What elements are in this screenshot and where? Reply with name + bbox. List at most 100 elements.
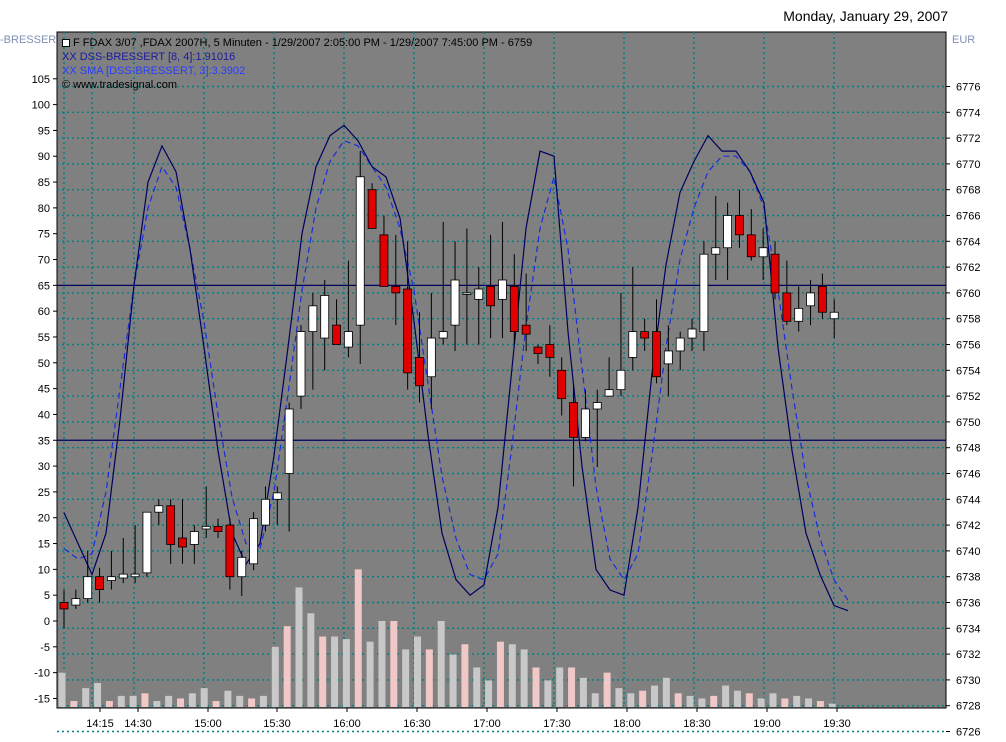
candle-body: [59, 602, 69, 610]
volume-bar: [402, 649, 410, 707]
candle-body: [758, 247, 768, 258]
x-tick-label: 14:15: [86, 718, 114, 730]
right-tick-label: 6754: [956, 365, 980, 377]
x-tick-label: 18:30: [683, 718, 711, 730]
candle-body: [462, 292, 472, 295]
x-tick-label: 16:00: [333, 718, 361, 730]
volume-bar: [496, 641, 504, 707]
left-tick-label: 105: [32, 74, 50, 86]
legend-instrument: F FDAX 3/07 ,FDAX 2007H, 5 Minuten - 1/2…: [62, 36, 532, 50]
chart-legend: F FDAX 3/07 ,FDAX 2007H, 5 Minuten - 1/2…: [62, 36, 532, 92]
candle-body: [687, 328, 697, 339]
volume-bar: [793, 695, 801, 707]
candle-body: [107, 576, 116, 581]
legend-dss: XX DSS-BRESSERT [8, 4]:1.91016: [62, 51, 236, 63]
left-tick-label: 80: [38, 203, 50, 215]
volume-bar: [212, 701, 220, 707]
candle-body: [723, 215, 732, 249]
candle-body: [498, 279, 507, 300]
right-tick-label: 6774: [956, 107, 980, 119]
volume-bar: [544, 680, 552, 707]
candle-body: [711, 247, 721, 255]
left-tick-label: 30: [38, 461, 50, 473]
volume-bar: [461, 644, 469, 707]
volume-bar: [722, 685, 730, 707]
left-tick-label: 5: [44, 590, 50, 602]
candle-body: [391, 286, 401, 294]
volume-bar: [603, 672, 611, 707]
right-tick-label: 6756: [956, 340, 980, 352]
volume-bar: [141, 693, 149, 707]
candle-body: [355, 176, 365, 326]
volume-bar: [710, 695, 718, 707]
candle-body: [178, 537, 187, 548]
volume-bar: [745, 693, 753, 707]
left-tick-label: 10: [38, 564, 50, 576]
volume-bar: [354, 569, 362, 707]
right-tick-label: 6772: [956, 133, 980, 145]
volume-bar: [177, 698, 184, 707]
candle-body: [296, 331, 306, 397]
volume-bar: [236, 695, 244, 707]
volume-bar: [342, 639, 350, 707]
volume-bar: [449, 654, 457, 707]
candle-body: [154, 505, 164, 513]
candle-body: [663, 350, 673, 365]
candle-body: [249, 518, 259, 565]
x-tick-label: 15:00: [194, 718, 222, 730]
volume-bar: [378, 621, 386, 707]
x-tick-label: 19:00: [753, 718, 781, 730]
volume-bar: [129, 695, 137, 707]
candle-body: [426, 337, 436, 378]
left-tick-label: 0: [44, 616, 50, 628]
volume-bar: [556, 667, 564, 707]
candle-body: [118, 573, 128, 579]
right-tick-label: 6764: [956, 236, 980, 248]
volume-bar: [331, 636, 339, 707]
left-tick-label: 65: [38, 280, 50, 292]
candle-body: [592, 402, 602, 410]
candle-body: [569, 402, 578, 438]
right-tick-label: 6734: [956, 623, 980, 635]
right-tick-label: 6742: [956, 520, 980, 532]
candle-body: [829, 311, 839, 320]
volume-bar: [94, 682, 102, 707]
candle-body: [201, 525, 211, 530]
left-tick-label: 85: [38, 177, 50, 189]
right-tick-label: 6748: [956, 443, 980, 455]
candle-body: [652, 331, 661, 378]
candle-body: [308, 305, 318, 332]
candle-body: [332, 324, 341, 345]
volume-bar: [568, 667, 576, 707]
left-tick-label: 45: [38, 384, 50, 396]
right-tick-label: 6750: [956, 417, 980, 429]
candle-body: [225, 524, 235, 578]
volume-bar: [437, 621, 445, 707]
candle-body: [71, 598, 81, 606]
volume-bar: [828, 703, 836, 707]
candle-body: [261, 498, 270, 526]
left-tick-label: 70: [38, 255, 50, 267]
x-tick-label: 18:00: [613, 718, 641, 730]
price-chart[interactable]: 1051009590858075706560555045403530252015…: [0, 0, 1006, 742]
x-tick-label: 14:30: [124, 718, 152, 730]
left-tick-label: 50: [38, 358, 50, 370]
candle-body: [415, 356, 424, 387]
x-tick-label: 16:30: [403, 718, 431, 730]
legend-box-icon: [62, 39, 70, 48]
candle-body: [782, 292, 792, 322]
candle-body: [770, 253, 780, 294]
left-tick-label: 15: [38, 539, 50, 551]
left-tick-label: 40: [38, 409, 50, 421]
right-tick-label: 6766: [956, 211, 980, 223]
legend-copyright: © www.tradesignal.com: [62, 79, 178, 91]
right-tick-label: 6776: [956, 82, 980, 94]
candle-body: [379, 234, 389, 287]
candle-body: [640, 331, 650, 339]
candle-body: [438, 331, 448, 339]
volume-bar: [58, 672, 66, 707]
volume-bar: [105, 701, 113, 707]
candle-body: [343, 331, 353, 348]
candle-body: [142, 511, 152, 574]
volume-bar: [615, 688, 623, 707]
